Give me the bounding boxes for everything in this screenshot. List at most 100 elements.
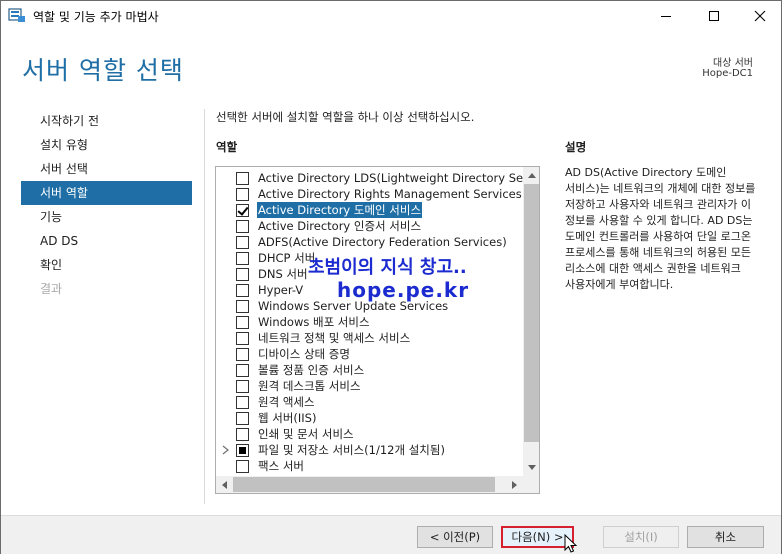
role-checkbox[interactable] [236, 412, 249, 425]
scroll-left-arrow[interactable] [216, 476, 233, 493]
role-checkbox[interactable] [236, 332, 249, 345]
role-list-item[interactable]: Active Directory 도메인 서비스 [216, 202, 523, 218]
role-checkbox[interactable] [236, 268, 249, 281]
role-label[interactable]: 디바이스 상태 증명 [257, 346, 351, 362]
horizontal-scrollbar[interactable] [216, 476, 523, 493]
role-checkbox[interactable] [236, 204, 249, 217]
role-list-item[interactable]: Windows 배포 서비스 [216, 314, 523, 330]
role-label[interactable]: 원격 액세스 [257, 394, 316, 410]
role-label[interactable]: 원격 데스크톱 서비스 [257, 378, 362, 394]
minimize-icon [661, 16, 671, 17]
instruction-text: 선택한 서버에 설치할 역할을 하나 이상 선택하십시오. [216, 110, 475, 124]
wizard-nav: 시작하기 전 설치 유형 서버 선택 서버 역할 기능 AD DS 확인 결과 [21, 109, 192, 301]
chevron-right-icon [512, 480, 517, 489]
role-list-item[interactable]: 디바이스 상태 증명 [216, 346, 523, 362]
close-icon [754, 10, 766, 22]
role-label[interactable]: Active Directory 인증서 서비스 [257, 218, 422, 234]
nav-item-before-you-begin[interactable]: 시작하기 전 [21, 109, 192, 133]
page-title: 서버 역할 선택 [22, 56, 184, 85]
role-checkbox[interactable] [236, 396, 249, 409]
role-list-item[interactable]: 파일 및 저장소 서비스(1/12개 설치됨) [216, 442, 523, 458]
role-list-item[interactable]: 웹 서버(IIS) [216, 410, 523, 426]
role-label[interactable]: 인쇄 및 문서 서비스 [257, 426, 355, 442]
destination-server-value: Hope-DC1 [702, 68, 753, 79]
role-list-item[interactable]: 볼륨 정품 인증 서비스 [216, 362, 523, 378]
mouse-cursor-icon [564, 534, 578, 553]
role-list-item[interactable]: Active Directory 인증서 서비스 [216, 218, 523, 234]
role-label[interactable]: 파일 및 저장소 서비스(1/12개 설치됨) [257, 442, 446, 458]
maximize-icon [709, 11, 719, 21]
role-checkbox[interactable] [236, 188, 249, 201]
role-checkbox[interactable] [236, 380, 249, 393]
maximize-button[interactable] [691, 1, 737, 31]
role-checkbox[interactable] [236, 316, 249, 329]
nav-item-features[interactable]: 기능 [21, 205, 192, 229]
chevron-down-icon [527, 465, 536, 470]
nav-item-ad-ds[interactable]: AD DS [21, 229, 192, 253]
role-label[interactable]: 볼륨 정품 인증 서비스 [257, 362, 365, 378]
role-checkbox[interactable] [236, 364, 249, 377]
role-checkbox[interactable] [236, 236, 249, 249]
vertical-scrollbar[interactable] [523, 167, 539, 476]
role-list-item[interactable]: 팩스 서버 [216, 458, 523, 474]
description-header: 설명 [565, 140, 587, 154]
title-bar: 역할 및 기능 추가 마법사 [1, 1, 781, 31]
watermark-title: 초범이의 지식 창고.. [308, 257, 467, 278]
role-label[interactable]: 네트워크 정책 및 액세스 서비스 [257, 330, 411, 346]
vertical-scroll-thumb[interactable] [524, 184, 539, 442]
role-checkbox[interactable] [236, 172, 249, 185]
nav-divider [204, 109, 205, 504]
previous-button[interactable]: < 이전(P) [417, 526, 493, 548]
role-list-item[interactable]: 원격 데스크톱 서비스 [216, 378, 523, 394]
minimize-button[interactable] [643, 1, 689, 31]
nav-item-installation-type[interactable]: 설치 유형 [21, 133, 192, 157]
close-button[interactable] [737, 1, 782, 31]
role-list-item[interactable]: 인쇄 및 문서 서비스 [216, 426, 523, 442]
install-button: 설치(I) [603, 526, 679, 548]
nav-item-server-roles[interactable]: 서버 역할 [21, 181, 192, 205]
roles-list-items: Active Directory LDS(Lightweight Directo… [216, 170, 523, 474]
role-checkbox[interactable] [236, 348, 249, 361]
role-list-item[interactable]: Active Directory Rights Management Servi… [216, 186, 523, 202]
destination-server-label: 대상 서버 [713, 58, 753, 69]
role-checkbox[interactable] [236, 220, 249, 233]
scroll-right-arrow[interactable] [506, 476, 523, 493]
chevron-left-icon [222, 480, 227, 489]
role-label[interactable]: Active Directory 도메인 서비스 [257, 202, 423, 218]
scroll-corner [523, 476, 539, 493]
nav-item-server-selection[interactable]: 서버 선택 [21, 157, 192, 181]
nav-item-confirmation[interactable]: 확인 [21, 253, 192, 277]
watermark-url: hope.pe.kr [337, 278, 470, 302]
role-label[interactable]: Active Directory Rights Management Servi… [257, 186, 523, 202]
window-title: 역할 및 기능 추가 마법사 [33, 10, 159, 24]
role-label[interactable]: Active Directory LDS(Lightweight Directo… [257, 170, 523, 186]
role-checkbox[interactable] [236, 284, 249, 297]
role-label[interactable]: DNS 서버 [257, 266, 309, 282]
scroll-down-arrow[interactable] [523, 459, 539, 476]
wizard-window: 역할 및 기능 추가 마법사 서버 역할 선택 대상 서버 Hope-DC1 시… [0, 0, 782, 554]
server-manager-icon [8, 7, 26, 23]
role-label[interactable]: 웹 서버(IIS) [257, 410, 317, 426]
role-checkbox[interactable] [236, 252, 249, 265]
role-label[interactable]: Hyper-V [257, 282, 304, 298]
role-description: AD DS(Active Directory 도메인 서비스)는 네트워크의 개… [565, 166, 756, 291]
role-label[interactable]: ADFS(Active Directory Federation Service… [257, 234, 508, 250]
nav-item-results: 결과 [40, 282, 63, 296]
scroll-up-arrow[interactable] [523, 167, 539, 184]
role-checkbox[interactable] [236, 300, 249, 313]
role-list-item[interactable]: ADFS(Active Directory Federation Service… [216, 234, 523, 250]
role-list-item[interactable]: 네트워크 정책 및 액세스 서비스 [216, 330, 523, 346]
horizontal-scroll-thumb[interactable] [233, 477, 495, 492]
role-label[interactable]: Windows 배포 서비스 [257, 314, 371, 330]
role-list-item[interactable]: 원격 액세스 [216, 394, 523, 410]
role-checkbox[interactable] [236, 428, 249, 441]
chevron-up-icon [527, 173, 536, 178]
role-checkbox[interactable] [236, 460, 249, 473]
cancel-button[interactable]: 취소 [687, 526, 764, 548]
role-checkbox[interactable] [236, 444, 249, 457]
roles-list[interactable]: Active Directory LDS(Lightweight Directo… [215, 166, 540, 494]
roles-header: 역할 [216, 140, 238, 154]
role-label[interactable]: 팩스 서버 [257, 458, 305, 474]
role-list-item[interactable]: Active Directory LDS(Lightweight Directo… [216, 170, 523, 186]
expand-arrow-icon[interactable] [222, 445, 230, 455]
